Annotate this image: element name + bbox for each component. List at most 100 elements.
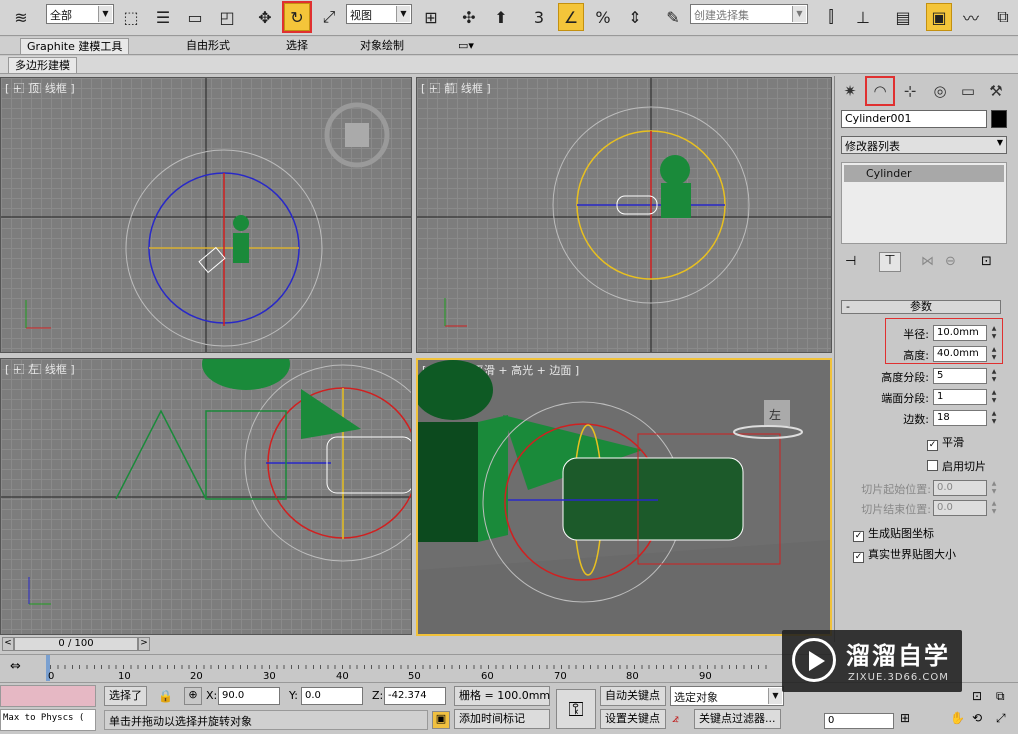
- params-rollout-header[interactable]: - 参数: [841, 300, 1001, 314]
- curve-editor-icon[interactable]: 〰: [958, 3, 984, 31]
- viewport-perspective[interactable]: [ + ⃞ 透视 ⃞ 平滑 + 高光 + 边面 ] 左: [416, 358, 832, 636]
- current-frame-field[interactable]: 0: [824, 713, 894, 729]
- spinner-arrows-icon[interactable]: ▲ ▼: [989, 500, 999, 516]
- remove-modifier-icon[interactable]: ⊖: [945, 254, 956, 269]
- gen-map-coords-checkbox[interactable]: ✓ 生成贴图坐标: [853, 525, 934, 542]
- hierarchy-tab-icon[interactable]: ⊹: [897, 78, 923, 104]
- set-key-icon[interactable]: ⚿: [556, 689, 596, 729]
- rect-region-icon[interactable]: ▭: [182, 3, 208, 31]
- auto-key-button[interactable]: 自动关键点: [600, 686, 666, 706]
- viewport-front[interactable]: [ + ⃞ 前 ⃞ 线框 ]: [416, 77, 832, 353]
- pivot-icon[interactable]: ⊞: [418, 3, 444, 31]
- schematic-view-icon[interactable]: ⧉: [990, 3, 1016, 31]
- tab-freeform[interactable]: 自由形式: [180, 38, 236, 54]
- orbit-icon[interactable]: ⟲: [972, 711, 982, 725]
- motion-tab-icon[interactable]: ◎: [927, 78, 953, 104]
- maxscript-listener-top[interactable]: [0, 685, 96, 707]
- set-key-button[interactable]: 设置关键点: [600, 709, 666, 729]
- smooth-checkbox[interactable]: ✓ 平滑: [927, 434, 964, 451]
- rotate-icon[interactable]: ↻: [282, 1, 312, 33]
- prev-frame-icon[interactable]: <: [2, 637, 14, 651]
- make-unique-icon[interactable]: ⋈: [921, 254, 934, 269]
- smooth-label: 平滑: [942, 436, 964, 449]
- selection-filter-dropdown[interactable]: 全部 ▼: [46, 4, 114, 24]
- layer-manager-icon[interactable]: ▤: [890, 3, 916, 31]
- percent-snap-icon[interactable]: %: [590, 3, 616, 31]
- object-name-field[interactable]: Cylinder001: [841, 110, 987, 128]
- key-mode-dropdown[interactable]: 选定对象 ▼: [670, 686, 784, 706]
- configure-sets-icon[interactable]: ⊡: [981, 254, 992, 269]
- show-end-result-icon[interactable]: ⊤: [879, 252, 901, 272]
- viewport-left[interactable]: [ + ⃞ 左 ⃞ 线框 ]: [0, 358, 412, 635]
- scale-icon[interactable]: ⤢: [316, 3, 342, 31]
- display-tab-icon[interactable]: ▭: [955, 78, 981, 104]
- key-filters-button[interactable]: 关键点过滤器...: [694, 709, 781, 729]
- modify-tab-icon[interactable]: ◠: [865, 76, 895, 106]
- time-slider[interactable]: 0 / 100: [14, 637, 138, 651]
- ref-coord-dropdown[interactable]: 视图 ▼: [346, 4, 412, 24]
- zoom-all-icon[interactable]: ⊡: [972, 689, 982, 703]
- edit-named-sel-icon[interactable]: ✎: [660, 3, 686, 31]
- track-bar[interactable]: ⇔ 0 10 20 30 40 50 60 70 80 90: [0, 654, 834, 682]
- mirror-icon[interactable]: ⫿: [818, 3, 844, 31]
- scene-explorer-icon[interactable]: ▣: [926, 3, 952, 31]
- move-icon[interactable]: ✥: [252, 3, 278, 31]
- stack-item-cylinder[interactable]: Cylinder: [844, 165, 1004, 182]
- pin-stack-icon[interactable]: ⊣: [845, 254, 856, 269]
- modifier-list-dropdown[interactable]: 修改器列表 ▼: [841, 136, 1007, 154]
- keyboard-shortcut-icon[interactable]: ⬆: [488, 3, 514, 31]
- tick-50: 50: [408, 671, 421, 682]
- field-of-view-icon[interactable]: ⧉: [996, 689, 1005, 704]
- zoom-extents-icon[interactable]: ⊞: [900, 711, 910, 725]
- slice-to-spinner[interactable]: 0.0: [933, 500, 987, 516]
- viewport-top[interactable]: [ + ⃞ 顶 ⃞ 线框 ]: [0, 77, 412, 353]
- key-tangent-icon[interactable]: ⦨: [672, 711, 679, 726]
- z-coord-field[interactable]: -42.374: [384, 687, 446, 705]
- time-tag-icon[interactable]: ▣: [432, 711, 450, 729]
- next-frame-icon[interactable]: >: [138, 637, 150, 651]
- y-coord-field[interactable]: 0.0: [301, 687, 363, 705]
- tab-poly-modeling[interactable]: 多边形建模: [8, 57, 77, 73]
- maximize-viewport-icon[interactable]: ⤢: [996, 711, 1006, 726]
- tab-graphite[interactable]: Graphite 建模工具: [20, 38, 130, 54]
- cap-segs-spinner[interactable]: 1: [933, 389, 987, 405]
- height-spinner[interactable]: 40.0mm: [933, 346, 987, 362]
- trackbar-icon[interactable]: ⇔: [10, 659, 21, 674]
- height-segs-spinner[interactable]: 5: [933, 368, 987, 384]
- tab-object-paint[interactable]: 对象绘制: [354, 38, 410, 54]
- select-by-name-icon[interactable]: ☰: [150, 3, 176, 31]
- add-time-tag-button[interactable]: 添加时间标记: [454, 709, 550, 729]
- real-world-map-checkbox[interactable]: ✓ 真实世界贴图大小: [853, 546, 956, 563]
- lock-selection-icon[interactable]: 🔒: [158, 689, 173, 703]
- radius-spinner[interactable]: 10.0mm: [933, 325, 987, 341]
- slice-on-checkbox[interactable]: 启用切片: [927, 458, 986, 474]
- x-coord-field[interactable]: 90.0: [218, 687, 280, 705]
- spinner-arrows-icon[interactable]: ▲ ▼: [989, 325, 999, 341]
- window-crossing-icon[interactable]: ◰: [214, 3, 240, 31]
- ribbon-options-icon[interactable]: ▭▾: [452, 38, 480, 54]
- utilities-tab-icon[interactable]: ⚒: [983, 78, 1009, 104]
- object-color-swatch[interactable]: [991, 110, 1007, 128]
- snap-toggle-icon[interactable]: 3: [526, 3, 552, 31]
- create-tab-icon[interactable]: ✷: [837, 78, 863, 104]
- spinner-arrows-icon[interactable]: ▲ ▼: [989, 368, 999, 384]
- align-icon[interactable]: ⊥: [850, 3, 876, 31]
- select-object-icon[interactable]: ⬚: [118, 3, 144, 31]
- manipulate-icon[interactable]: ✣: [456, 3, 482, 31]
- absolute-mode-icon[interactable]: ⊕: [184, 687, 202, 705]
- sides-spinner[interactable]: 18: [933, 410, 987, 426]
- snap-label: 3: [533, 7, 545, 27]
- slice-from-spinner[interactable]: 0.0: [933, 480, 987, 496]
- spinner-arrows-icon[interactable]: ▲ ▼: [989, 410, 999, 426]
- tick-80: 80: [626, 671, 639, 682]
- spinner-snap-icon[interactable]: ⇕: [622, 3, 648, 31]
- pan-icon[interactable]: ✋: [950, 711, 965, 725]
- named-selection-dropdown[interactable]: 创建选择集 ▼: [690, 4, 808, 24]
- tab-selection[interactable]: 选择: [280, 38, 314, 54]
- layers-icon[interactable]: ≋: [8, 3, 34, 31]
- spinner-arrows-icon[interactable]: ▲ ▼: [989, 346, 999, 362]
- angle-snap-icon[interactable]: ∠: [558, 3, 584, 31]
- maxscript-listener[interactable]: Max to Physcs (: [0, 709, 96, 731]
- spinner-arrows-icon[interactable]: ▲ ▼: [989, 480, 999, 496]
- spinner-arrows-icon[interactable]: ▲ ▼: [989, 389, 999, 405]
